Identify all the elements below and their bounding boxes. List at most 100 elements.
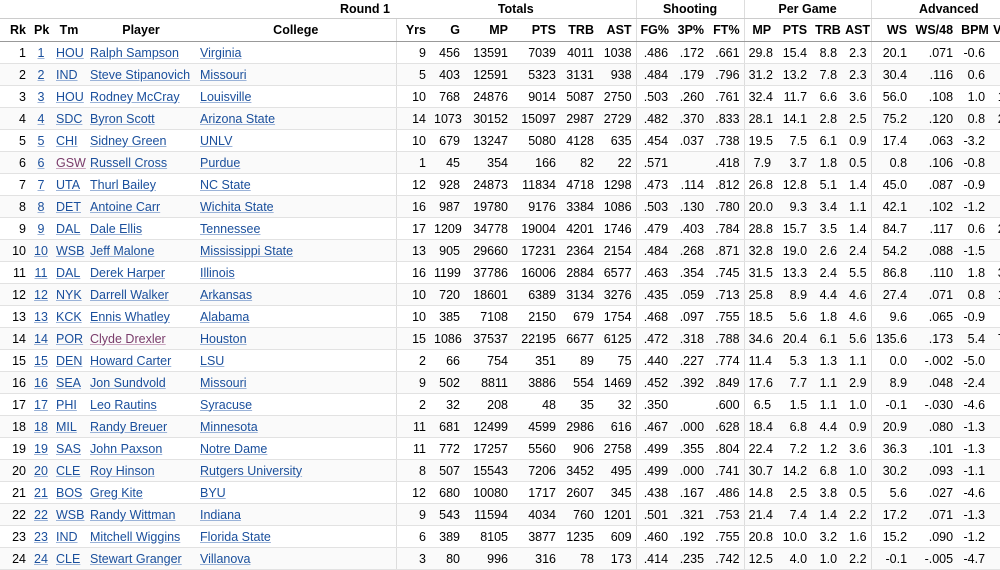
col-header-pts[interactable]: PTS	[512, 18, 560, 42]
tm-link[interactable]: DAL	[56, 222, 80, 236]
player-link[interactable]: Antoine Carr	[90, 200, 160, 214]
player-link[interactable]: Steve Stipanovich	[90, 68, 190, 82]
tm-link[interactable]: WSB	[56, 508, 84, 522]
player-link[interactable]: Greg Kite	[90, 486, 143, 500]
player-link[interactable]: Darrell Walker	[90, 288, 169, 302]
college-link[interactable]: Rutgers University	[200, 464, 302, 478]
pk-link[interactable]: 21	[34, 486, 48, 500]
player-link[interactable]: Byron Scott	[90, 112, 155, 126]
college-link[interactable]: Syracuse	[200, 398, 252, 412]
col-header-fg-pct[interactable]: FG%	[636, 18, 673, 42]
player-link[interactable]: Ralph Sampson	[90, 46, 179, 60]
pk-link[interactable]: 15	[34, 354, 48, 368]
col-header-pts-per-game[interactable]: PTS	[775, 18, 812, 42]
college-link[interactable]: Illinois	[200, 266, 235, 280]
col-header-rk[interactable]: Rk	[0, 18, 30, 42]
player-link[interactable]: Randy Wittman	[90, 508, 175, 522]
pk-link[interactable]: 2	[38, 68, 45, 82]
player-link[interactable]: Dale Ellis	[90, 222, 142, 236]
tm-link[interactable]: CLE	[56, 552, 80, 566]
college-link[interactable]: Arkansas	[200, 288, 252, 302]
college-link[interactable]: Purdue	[200, 156, 240, 170]
col-header-trb[interactable]: TRB	[560, 18, 598, 42]
pk-link[interactable]: 22	[34, 508, 48, 522]
college-link[interactable]: UNLV	[200, 134, 232, 148]
college-link[interactable]: Alabama	[200, 310, 249, 324]
tm-link[interactable]: SDC	[56, 112, 82, 126]
pk-link[interactable]: 23	[34, 530, 48, 544]
player-link[interactable]: Mitchell Wiggins	[90, 530, 180, 544]
college-link[interactable]: Notre Dame	[200, 442, 267, 456]
player-link[interactable]: Roy Hinson	[90, 464, 155, 478]
player-link[interactable]: Howard Carter	[90, 354, 171, 368]
college-link[interactable]: Missouri	[200, 68, 247, 82]
player-link[interactable]: Thurl Bailey	[90, 178, 156, 192]
pk-link[interactable]: 24	[34, 552, 48, 566]
tm-link[interactable]: IND	[56, 530, 78, 544]
col-header-mp[interactable]: MP	[464, 18, 512, 42]
col-header-ast-per-game[interactable]: AST	[841, 18, 872, 42]
college-link[interactable]: BYU	[200, 486, 226, 500]
col-header-player[interactable]: Player	[86, 18, 196, 42]
tm-link[interactable]: WSB	[56, 244, 84, 258]
player-link[interactable]: Derek Harper	[90, 266, 165, 280]
col-header-g[interactable]: G	[430, 18, 464, 42]
pk-link[interactable]: 1	[38, 46, 45, 60]
pk-link[interactable]: 16	[34, 376, 48, 390]
col-header-3p-pct[interactable]: 3P%	[672, 18, 709, 42]
pk-link[interactable]: 5	[38, 134, 45, 148]
college-link[interactable]: Missouri	[200, 376, 247, 390]
pk-link[interactable]: 7	[38, 178, 45, 192]
pk-link[interactable]: 6	[38, 156, 45, 170]
col-header-ast[interactable]: AST	[598, 18, 637, 42]
tm-link[interactable]: BOS	[56, 486, 82, 500]
pk-link[interactable]: 17	[34, 398, 48, 412]
college-link[interactable]: Houston	[200, 332, 247, 346]
college-link[interactable]: Minnesota	[200, 420, 258, 434]
college-link[interactable]: Wichita State	[200, 200, 274, 214]
col-header-yrs[interactable]: Yrs	[396, 18, 430, 42]
tm-link[interactable]: HOU	[56, 90, 84, 104]
player-link[interactable]: Sidney Green	[90, 134, 166, 148]
tm-link[interactable]: PHI	[56, 398, 77, 412]
player-link[interactable]: Jon Sundvold	[90, 376, 166, 390]
col-header-trb-per-game[interactable]: TRB	[811, 18, 842, 42]
college-link[interactable]: Arizona State	[200, 112, 275, 126]
pk-link[interactable]: 8	[38, 200, 45, 214]
col-header-ft-pct[interactable]: FT%	[708, 18, 745, 42]
pk-link[interactable]: 10	[34, 244, 48, 258]
tm-link[interactable]: DET	[56, 200, 81, 214]
col-header-tm[interactable]: Tm	[52, 18, 86, 42]
pk-link[interactable]: 20	[34, 464, 48, 478]
col-header-bpm[interactable]: BPM	[957, 18, 990, 42]
player-link[interactable]: Ennis Whatley	[90, 310, 170, 324]
pk-link[interactable]: 13	[34, 310, 48, 324]
tm-link[interactable]: MIL	[56, 420, 77, 434]
college-link[interactable]: Virginia	[200, 46, 241, 60]
college-link[interactable]: Florida State	[200, 530, 271, 544]
player-link[interactable]: Russell Cross	[90, 156, 167, 170]
pk-link[interactable]: 9	[38, 222, 45, 236]
pk-link[interactable]: 4	[38, 112, 45, 126]
tm-link[interactable]: DEN	[56, 354, 82, 368]
college-link[interactable]: NC State	[200, 178, 251, 192]
col-header-ws[interactable]: WS	[871, 18, 912, 42]
college-link[interactable]: Tennessee	[200, 222, 260, 236]
tm-link[interactable]: SEA	[56, 376, 81, 390]
player-link[interactable]: Clyde Drexler	[90, 332, 166, 346]
tm-link[interactable]: CHI	[56, 134, 78, 148]
college-link[interactable]: Mississippi State	[200, 244, 293, 258]
tm-link[interactable]: NYK	[56, 288, 82, 302]
tm-link[interactable]: KCK	[56, 310, 82, 324]
col-header-college[interactable]: College	[196, 18, 397, 42]
tm-link[interactable]: SAS	[56, 442, 81, 456]
player-link[interactable]: Rodney McCray	[90, 90, 180, 104]
tm-link[interactable]: DAL	[56, 266, 80, 280]
pk-link[interactable]: 12	[34, 288, 48, 302]
col-header-mp-per-game[interactable]: MP	[744, 18, 776, 42]
player-link[interactable]: Stewart Granger	[90, 552, 182, 566]
college-link[interactable]: LSU	[200, 354, 224, 368]
tm-link[interactable]: UTA	[56, 178, 80, 192]
college-link[interactable]: Indiana	[200, 508, 241, 522]
pk-link[interactable]: 14	[34, 332, 48, 346]
